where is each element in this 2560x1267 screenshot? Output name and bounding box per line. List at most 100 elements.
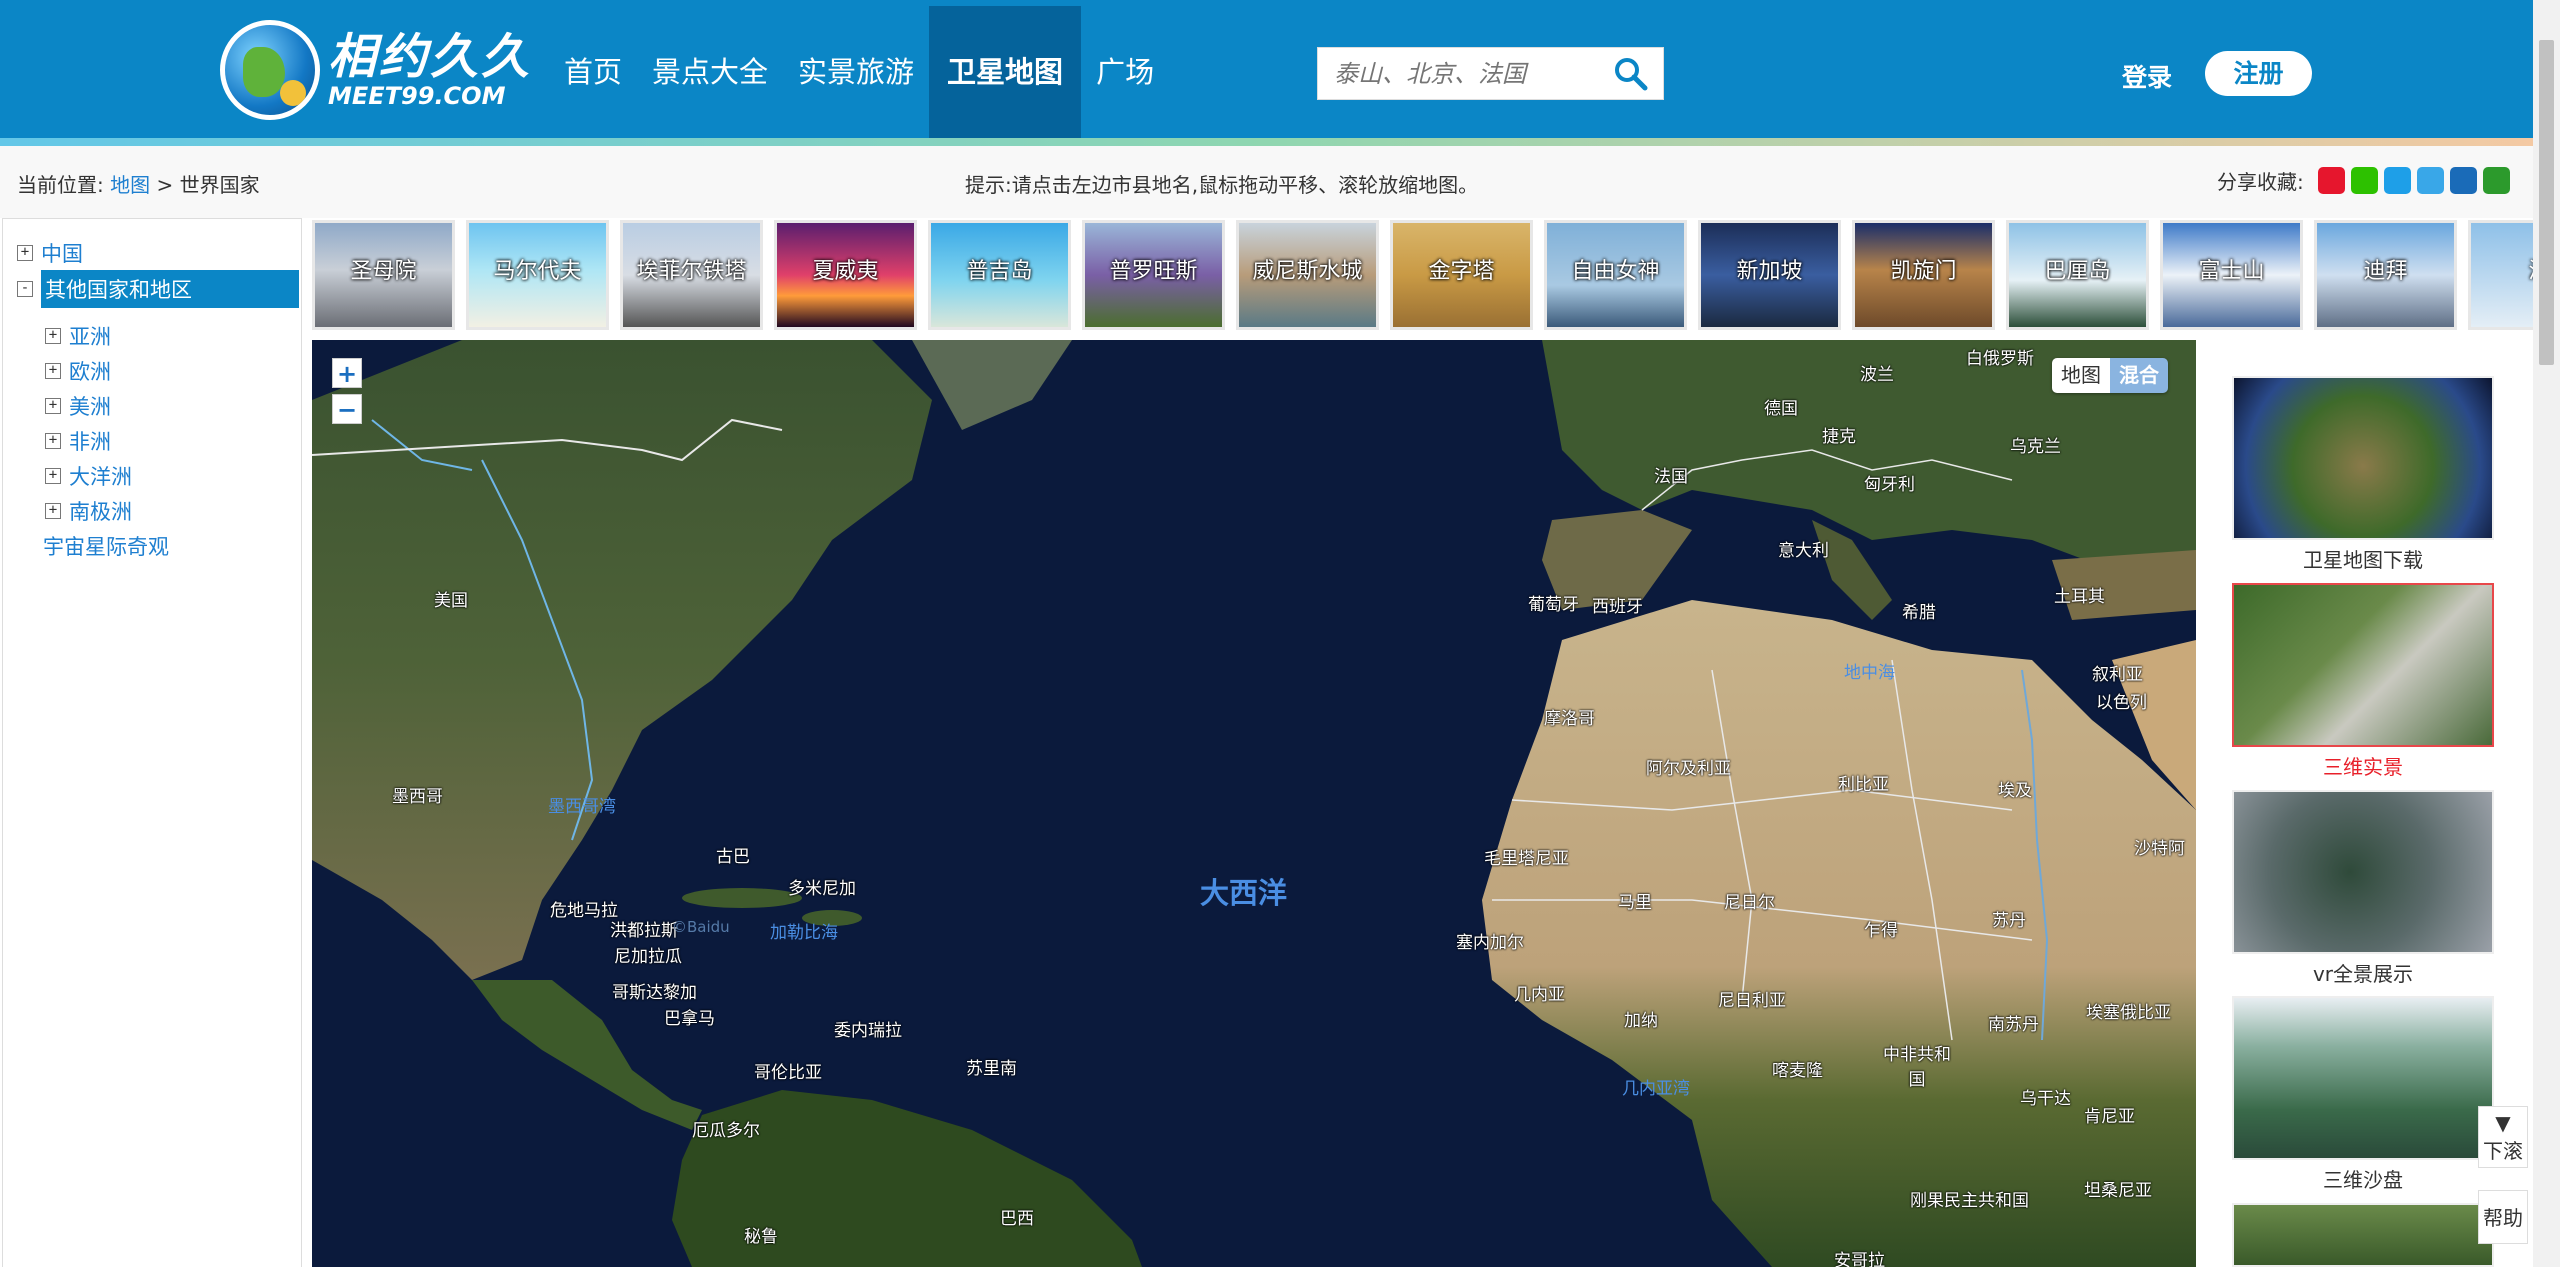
thumbnail[interactable]: 威尼斯水城 <box>1236 220 1379 330</box>
tree-item-china[interactable]: + 中国 <box>17 238 83 268</box>
map-label[interactable]: 叙利亚 <box>2092 660 2143 685</box>
feature-3d-live[interactable]: 三维实景 <box>2232 583 2494 780</box>
map-label[interactable]: 白俄罗斯 <box>1966 344 2034 369</box>
map-label[interactable]: 哥伦比亚 <box>754 1058 822 1083</box>
tree-item-asia[interactable]: + 亚洲 <box>45 321 111 351</box>
tree-item-africa[interactable]: + 非洲 <box>45 426 111 456</box>
tree-label[interactable]: 美洲 <box>69 391 111 421</box>
map-label[interactable]: 古巴 <box>716 842 750 867</box>
tree-label[interactable]: 大洋洲 <box>69 461 132 491</box>
expand-icon[interactable]: + <box>45 398 61 414</box>
nav-satellite-map[interactable]: 卫星地图 <box>929 6 1082 138</box>
qzone-icon[interactable] <box>2416 167 2444 194</box>
map-label[interactable]: 意大利 <box>1778 536 1829 561</box>
thumbnail[interactable]: 新加坡 <box>1698 220 1841 330</box>
map-label[interactable]: 巴拿马 <box>664 1004 715 1029</box>
map-label[interactable]: 中非共和国 <box>1882 1040 1952 1090</box>
tree-item-americas[interactable]: + 美洲 <box>45 391 111 421</box>
feature-image[interactable] <box>2232 376 2494 540</box>
thumbnail[interactable]: 普吉岛 <box>928 220 1071 330</box>
expand-icon[interactable]: + <box>17 245 33 261</box>
zoom-in-button[interactable]: + <box>332 358 362 388</box>
map-label[interactable]: 沙特阿 <box>2134 834 2185 859</box>
tree-item-europe[interactable]: + 欧洲 <box>45 356 111 386</box>
map-label[interactable]: 南苏丹 <box>1988 1010 2039 1035</box>
map-label[interactable]: 西班牙 <box>1592 592 1643 617</box>
map-label[interactable]: 尼日尔 <box>1724 888 1775 913</box>
zoom-out-button[interactable]: − <box>332 394 362 424</box>
map-label[interactable]: 摩洛哥 <box>1544 704 1595 729</box>
map-label[interactable]: 刚果民主共和国 <box>1910 1186 2029 1211</box>
map-label[interactable]: 洪都拉斯 <box>610 916 678 941</box>
map-type-hybrid[interactable]: 混合 <box>2110 358 2168 393</box>
map-label[interactable]: 埃塞俄比亚 <box>2086 998 2171 1023</box>
tree-label[interactable]: 欧洲 <box>69 356 111 386</box>
map-label[interactable]: 苏丹 <box>1992 906 2026 931</box>
thumbnail[interactable]: 自由女神 <box>1544 220 1687 330</box>
map-label[interactable]: 法国 <box>1654 462 1688 487</box>
map-label[interactable]: 葡萄牙 <box>1528 590 1579 615</box>
map-label[interactable]: 乌干达 <box>2020 1084 2071 1109</box>
map-type-map[interactable]: 地图 <box>2052 358 2110 393</box>
feature-satellite-download[interactable]: 卫星地图下载 <box>2232 376 2494 573</box>
expand-icon[interactable]: + <box>45 503 61 519</box>
map-label[interactable]: 几内亚 <box>1514 980 1565 1005</box>
weibo-icon[interactable] <box>2317 167 2345 194</box>
expand-icon[interactable]: + <box>45 328 61 344</box>
map-label[interactable]: 匈牙利 <box>1864 470 1915 495</box>
thumbnail[interactable]: 普罗旺斯 <box>1082 220 1225 330</box>
thumbnail[interactable]: 巴厘岛 <box>2006 220 2149 330</box>
collapse-icon[interactable]: - <box>17 281 33 297</box>
expand-icon[interactable]: + <box>45 363 61 379</box>
map-label[interactable]: 肯尼亚 <box>2084 1102 2135 1127</box>
register-button[interactable]: 注册 <box>2205 51 2312 96</box>
map-label[interactable]: 以色列 <box>2096 688 2147 713</box>
thumbnail[interactable]: 济 <box>2468 220 2533 330</box>
nav-home[interactable]: 首页 <box>549 6 637 138</box>
scroll-down-button[interactable]: ▼ 下滚 <box>2478 1106 2528 1168</box>
map-label[interactable]: 乍得 <box>1864 916 1898 941</box>
thumbnail[interactable]: 金字塔 <box>1390 220 1533 330</box>
thumbnail[interactable]: 迪拜 <box>2314 220 2457 330</box>
site-logo[interactable]: 相约久久 MEET99.COM <box>220 20 532 120</box>
feature-vr-panorama[interactable]: vr全景展示 <box>2232 790 2494 987</box>
feature-3d-sandtable[interactable]: 三维沙盘 <box>2232 996 2494 1193</box>
map-label[interactable]: 秘鲁 <box>744 1222 778 1247</box>
map-label[interactable]: 尼加拉瓜 <box>614 942 682 967</box>
map-label[interactable]: 波兰 <box>1860 360 1894 385</box>
tree-item-oceania[interactable]: + 大洋洲 <box>45 461 132 491</box>
tree-item-other-countries[interactable]: - 其他国家和地区 <box>17 270 299 308</box>
map-label[interactable]: 苏里南 <box>966 1054 1017 1079</box>
favorite-icon[interactable] <box>2383 167 2411 194</box>
search-input[interactable] <box>1318 48 1598 99</box>
feature-image[interactable] <box>2232 996 2494 1160</box>
map-label[interactable]: 马里 <box>1618 888 1652 913</box>
tree-item-antarctica[interactable]: + 南极洲 <box>45 496 132 526</box>
map-label[interactable]: 土耳其 <box>2054 582 2105 607</box>
map-label[interactable]: 美国 <box>434 586 468 611</box>
expand-icon[interactable]: + <box>45 468 61 484</box>
map-label[interactable]: 巴西 <box>1000 1204 1034 1229</box>
feature-caption[interactable]: vr全景展示 <box>2232 958 2494 987</box>
tree-label[interactable]: 其他国家和地区 <box>41 270 299 308</box>
feature-image[interactable] <box>2232 583 2494 747</box>
tree-label[interactable]: 非洲 <box>69 426 111 456</box>
breadcrumb-link-map[interactable]: 地图 <box>110 173 150 197</box>
thumbnail[interactable]: 马尔代夫 <box>466 220 609 330</box>
thumbnail[interactable]: 圣母院 <box>312 220 455 330</box>
feature-image[interactable] <box>2232 1203 2494 1267</box>
login-link[interactable]: 登录 <box>2122 58 2172 94</box>
expand-icon[interactable]: + <box>45 433 61 449</box>
map-label[interactable]: 喀麦隆 <box>1772 1056 1823 1081</box>
map-label[interactable]: 希腊 <box>1902 598 1936 623</box>
nav-live-travel[interactable]: 实景旅游 <box>783 6 929 138</box>
feature-image[interactable] <box>2232 790 2494 954</box>
tree-label[interactable]: 亚洲 <box>69 321 111 351</box>
feature-caption[interactable]: 卫星地图下载 <box>2232 544 2494 573</box>
wechat-icon[interactable] <box>2350 167 2378 194</box>
map-label[interactable]: 厄瓜多尔 <box>692 1116 760 1141</box>
map-label[interactable]: 多米尼加 <box>788 874 856 899</box>
map-label[interactable]: 委内瑞拉 <box>834 1016 902 1041</box>
map-label[interactable]: 阿尔及利亚 <box>1646 754 1731 779</box>
thumbnail[interactable]: 凯旋门 <box>1852 220 1995 330</box>
